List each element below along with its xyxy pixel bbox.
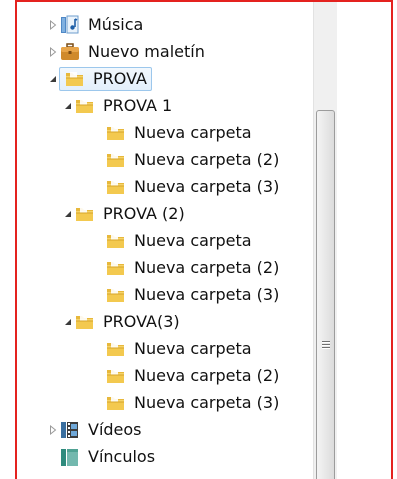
tree-item-label: Nueva carpeta bbox=[134, 123, 252, 142]
folder-icon bbox=[74, 203, 96, 225]
tree-item-label: Nuevo maletín bbox=[88, 42, 205, 61]
tree-item-label: PROVA bbox=[93, 69, 147, 88]
empty-area bbox=[337, 2, 391, 479]
tree-item[interactable]: Nueva carpeta bbox=[17, 120, 313, 146]
tree-item[interactable]: Nueva carpeta (2) bbox=[17, 363, 313, 389]
music-library-icon bbox=[59, 14, 81, 36]
folder-icon bbox=[105, 122, 127, 144]
folder-icon bbox=[74, 311, 96, 333]
folder-tree: Música Nuevo maletín PROVA PROVA 1 Nueva car… bbox=[17, 2, 313, 479]
tree-item-content[interactable]: Nueva carpeta bbox=[105, 122, 252, 144]
tree-item-label: Vídeos bbox=[88, 420, 142, 439]
tree-item-label: Nueva carpeta (3) bbox=[134, 393, 280, 412]
folder-icon bbox=[105, 230, 127, 252]
tree-item-content[interactable]: Nueva carpeta (2) bbox=[105, 365, 279, 387]
selected-item-highlight[interactable]: PROVA bbox=[59, 67, 152, 91]
tree-item[interactable]: PROVA(3) bbox=[17, 309, 313, 335]
tree-item-content[interactable]: Nueva carpeta bbox=[105, 230, 252, 252]
tree-item-label: Nueva carpeta bbox=[134, 231, 252, 250]
folder-icon bbox=[74, 95, 96, 117]
collapsed-arrow-icon[interactable] bbox=[47, 424, 59, 436]
tree-item-content[interactable]: Nueva carpeta (3) bbox=[105, 392, 279, 414]
briefcase-icon bbox=[59, 41, 81, 63]
tree-item[interactable]: Vídeos bbox=[17, 417, 313, 443]
folder-icon bbox=[105, 257, 127, 279]
tree-item[interactable]: Nueva carpeta bbox=[17, 228, 313, 254]
tree-item-label: Música bbox=[88, 15, 144, 34]
folder-icon bbox=[105, 284, 127, 306]
tree-item-label: PROVA (2) bbox=[103, 204, 185, 223]
tree-item[interactable]: Música bbox=[17, 12, 313, 38]
tree-item-content[interactable]: Nueva carpeta (2) bbox=[105, 257, 279, 279]
folder-icon bbox=[105, 392, 127, 414]
tree-item[interactable]: Nuevo maletín bbox=[17, 39, 313, 65]
tree-item-label: Nueva carpeta (2) bbox=[134, 258, 280, 277]
expanded-arrow-icon[interactable] bbox=[62, 208, 74, 220]
tree-item-content[interactable]: Nueva carpeta (3) bbox=[105, 284, 279, 306]
tree-item-content[interactable]: Nueva carpeta (3) bbox=[105, 176, 279, 198]
tree-item[interactable]: Nueva carpeta (2) bbox=[17, 147, 313, 173]
video-library-icon bbox=[59, 419, 81, 441]
no-arrow bbox=[47, 451, 59, 463]
links-icon bbox=[59, 446, 81, 468]
vertical-scrollbar[interactable] bbox=[313, 2, 337, 479]
tree-item-content[interactable]: Nueva carpeta (2) bbox=[105, 149, 279, 171]
tree-item-label: Vínculos bbox=[88, 447, 156, 466]
tree-item-label: Nueva carpeta (3) bbox=[134, 177, 280, 196]
tree-item[interactable]: Nueva carpeta (3) bbox=[17, 282, 313, 308]
scrollbar-grip-icon bbox=[322, 341, 330, 350]
tree-item[interactable]: Nueva carpeta (2) bbox=[17, 255, 313, 281]
tree-item-content[interactable]: PROVA 1 bbox=[74, 95, 172, 117]
tree-item[interactable]: PROVA (2) bbox=[17, 201, 313, 227]
folder-icon bbox=[64, 68, 86, 90]
tree-item-content[interactable]: Nuevo maletín bbox=[59, 41, 205, 63]
tree-item-content[interactable]: Vínculos bbox=[59, 446, 155, 468]
folder-icon bbox=[105, 365, 127, 387]
tree-item-label: Nueva carpeta bbox=[134, 339, 252, 358]
tree-item-content[interactable]: Vídeos bbox=[59, 419, 142, 441]
tree-item-label: PROVA 1 bbox=[103, 96, 173, 115]
tree-item[interactable]: PROVA 1 bbox=[17, 93, 313, 119]
tree-item-content[interactable]: PROVA (2) bbox=[74, 203, 185, 225]
tree-item[interactable]: Nueva carpeta (3) bbox=[17, 390, 313, 416]
folder-icon bbox=[105, 338, 127, 360]
folder-icon bbox=[105, 149, 127, 171]
tree-item-label: Nueva carpeta (2) bbox=[134, 366, 280, 385]
tree-item-content[interactable]: Nueva carpeta bbox=[105, 338, 252, 360]
collapsed-arrow-icon[interactable] bbox=[47, 19, 59, 31]
tree-item-label: Nueva carpeta (2) bbox=[134, 150, 280, 169]
expanded-arrow-icon[interactable] bbox=[62, 100, 74, 112]
tree-item-content[interactable]: PROVA(3) bbox=[74, 311, 180, 333]
tree-item[interactable]: Nueva carpeta bbox=[17, 336, 313, 362]
folder-icon bbox=[105, 176, 127, 198]
tree-item-label: PROVA(3) bbox=[103, 312, 180, 331]
collapsed-arrow-icon[interactable] bbox=[47, 46, 59, 58]
tree-item[interactable]: Nueva carpeta (3) bbox=[17, 174, 313, 200]
tree-item[interactable]: PROVA bbox=[17, 66, 313, 92]
tree-item[interactable]: Vínculos bbox=[17, 444, 313, 470]
scrollbar-thumb[interactable] bbox=[316, 110, 335, 479]
expanded-arrow-icon[interactable] bbox=[62, 316, 74, 328]
expanded-arrow-icon[interactable] bbox=[47, 73, 59, 85]
navigation-pane-frame: Música Nuevo maletín PROVA PROVA 1 Nueva car… bbox=[15, 0, 393, 479]
tree-item-label: Nueva carpeta (3) bbox=[134, 285, 280, 304]
tree-item-content[interactable]: Música bbox=[59, 14, 143, 36]
